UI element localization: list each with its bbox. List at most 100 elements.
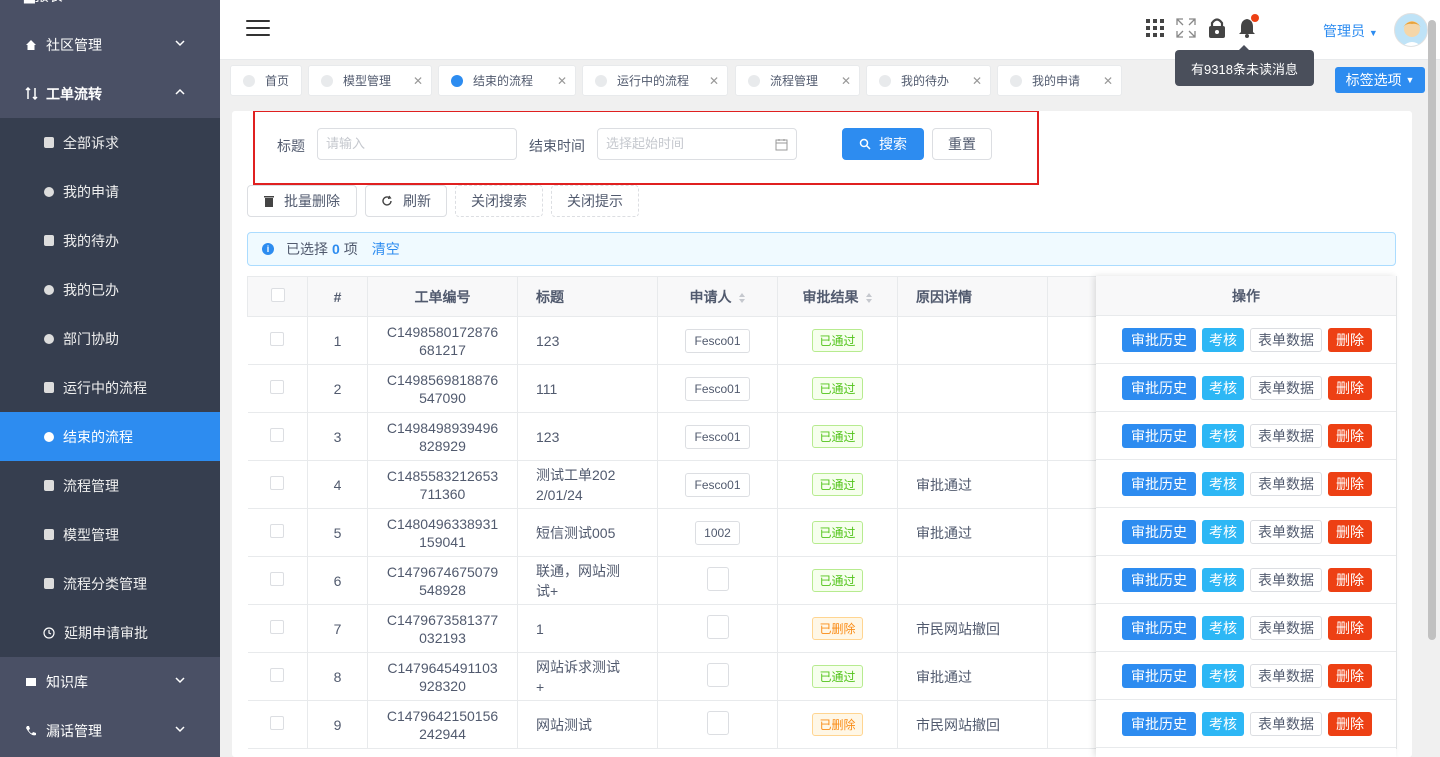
approval-history-button[interactable]: 审批历史 [1122, 567, 1196, 592]
tab-my-applications[interactable]: 我的申请 ✕ [997, 65, 1122, 96]
approval-history-button[interactable]: 审批历史 [1122, 375, 1196, 400]
delete-button[interactable]: 删除 [1328, 471, 1372, 496]
tab-finished-process[interactable]: 结束的流程 ✕ [438, 65, 576, 96]
col-applicant[interactable]: 申请人 [657, 276, 778, 317]
sidebar-item-my-applications[interactable]: 我的申请 [0, 167, 220, 216]
delete-button[interactable]: 删除 [1328, 663, 1372, 688]
form-data-button[interactable]: 表单数据 [1250, 615, 1322, 640]
row-checkbox[interactable] [270, 332, 285, 346]
sidebar-item-process-category[interactable]: 流程分类管理 [0, 559, 220, 608]
sidebar-item-process-manage[interactable]: 流程管理 [0, 461, 220, 510]
assess-button[interactable]: 考核 [1202, 615, 1244, 640]
lock-icon[interactable] [1208, 18, 1226, 38]
select-all-checkbox[interactable] [270, 288, 285, 302]
sidebar-item-delay-approval[interactable]: 延期申请审批 [0, 608, 220, 657]
clear-selection-link[interactable]: 清空 [372, 239, 400, 259]
approval-history-button[interactable]: 审批历史 [1122, 327, 1196, 352]
sidebar-item-my-todo[interactable]: 我的待办 [0, 216, 220, 265]
close-icon[interactable]: ✕ [709, 74, 719, 88]
approval-history-button[interactable]: 审批历史 [1122, 615, 1196, 640]
tab-running-process[interactable]: 运行中的流程 ✕ [582, 65, 728, 96]
form-data-button[interactable]: 表单数据 [1250, 711, 1322, 736]
reset-button[interactable]: 重置 [932, 128, 992, 160]
sidebar-item-my-done[interactable]: 我的已办 [0, 265, 220, 314]
form-data-button[interactable]: 表单数据 [1250, 519, 1322, 544]
user-menu[interactable]: 管理员 ▼ [1323, 21, 1378, 41]
row-checkbox[interactable] [270, 524, 285, 538]
title-input[interactable]: 请输入 [317, 128, 517, 160]
row-checkbox[interactable] [270, 668, 285, 682]
close-search-button[interactable]: 关闭搜索 [455, 185, 543, 217]
approval-history-button[interactable]: 审批历史 [1122, 711, 1196, 736]
tab-my-todo[interactable]: 我的待办 ✕ [866, 65, 991, 96]
delete-button[interactable]: 删除 [1328, 519, 1372, 544]
approval-history-button[interactable]: 审批历史 [1122, 663, 1196, 688]
row-checkbox[interactable] [270, 620, 285, 634]
assess-button[interactable]: 考核 [1202, 327, 1244, 352]
sidebar-item-model-manage[interactable]: 模型管理 [0, 510, 220, 559]
assess-button[interactable]: 考核 [1202, 375, 1244, 400]
close-icon[interactable]: ✕ [841, 74, 851, 88]
close-icon[interactable]: ✕ [972, 74, 982, 88]
search-button[interactable]: 搜索 [842, 128, 924, 160]
delete-button[interactable]: 删除 [1328, 375, 1372, 400]
sidebar-item-report[interactable]: ▆ 报表 [0, 0, 220, 20]
row-checkbox[interactable] [270, 716, 285, 730]
code-part: 242944 [419, 725, 466, 742]
form-data-button[interactable]: 表单数据 [1250, 471, 1322, 496]
close-icon[interactable]: ✕ [557, 74, 567, 88]
sidebar-item-community[interactable]: 社区管理 [0, 20, 220, 69]
row-checkbox[interactable] [270, 572, 285, 586]
approval-history-button[interactable]: 审批历史 [1122, 519, 1196, 544]
row-reason: 审批通过 [897, 460, 1048, 509]
end-time-picker[interactable]: 选择起始时间 [597, 128, 797, 160]
sidebar-item-knowledge[interactable]: 知识库 [0, 657, 220, 706]
tab-process-manage[interactable]: 流程管理 ✕ [735, 65, 860, 96]
sidebar-item-dept-assist[interactable]: 部门协助 [0, 314, 220, 363]
close-icon[interactable]: ✕ [1103, 74, 1113, 88]
sort-icon[interactable] [865, 292, 873, 304]
assess-button[interactable]: 考核 [1202, 567, 1244, 592]
close-icon[interactable]: ✕ [413, 74, 423, 88]
row-status: 已删除 [777, 604, 898, 653]
sidebar-item-workflow[interactable]: 工单流转 [0, 69, 220, 118]
tab-home[interactable]: 首页 [230, 65, 302, 96]
batch-delete-button[interactable]: 批量删除 [247, 185, 357, 217]
row-checkbox[interactable] [270, 476, 285, 490]
sidebar-item-missed-calls[interactable]: 漏话管理 [0, 706, 220, 755]
sidebar-item-finished-process[interactable]: 结束的流程 [0, 412, 220, 461]
col-approval-result[interactable]: 审批结果 [777, 276, 898, 317]
tag-options-button[interactable]: 标签选项 ▼ [1335, 67, 1425, 93]
avatar[interactable] [1394, 13, 1428, 47]
close-tip-button[interactable]: 关闭提示 [551, 185, 639, 217]
delete-button[interactable]: 删除 [1328, 423, 1372, 448]
menu-toggle-icon[interactable] [246, 20, 270, 38]
assess-button[interactable]: 考核 [1202, 423, 1244, 448]
delete-button[interactable]: 删除 [1328, 567, 1372, 592]
tab-model-manage[interactable]: 模型管理 ✕ [308, 65, 432, 96]
delete-button[interactable]: 删除 [1328, 711, 1372, 736]
page-scrollbar[interactable] [1428, 20, 1436, 640]
row-checkbox[interactable] [270, 380, 285, 394]
sidebar-item-all-requests[interactable]: 全部诉求 [0, 118, 220, 167]
approval-history-button[interactable]: 审批历史 [1122, 423, 1196, 448]
form-data-button[interactable]: 表单数据 [1250, 327, 1322, 352]
assess-button[interactable]: 考核 [1202, 519, 1244, 544]
assess-button[interactable]: 考核 [1202, 471, 1244, 496]
fullscreen-icon[interactable] [1176, 18, 1196, 38]
sidebar-item-running-process[interactable]: 运行中的流程 [0, 363, 220, 412]
sort-icon[interactable] [738, 292, 746, 304]
form-data-button[interactable]: 表单数据 [1250, 423, 1322, 448]
apps-grid-icon[interactable] [1146, 19, 1164, 37]
form-data-button[interactable]: 表单数据 [1250, 375, 1322, 400]
assess-button[interactable]: 考核 [1202, 663, 1244, 688]
assess-button[interactable]: 考核 [1202, 711, 1244, 736]
form-data-button[interactable]: 表单数据 [1250, 567, 1322, 592]
refresh-button[interactable]: 刷新 [365, 185, 447, 217]
row-title: 短信测试005 [517, 508, 658, 557]
delete-button[interactable]: 删除 [1328, 327, 1372, 352]
form-data-button[interactable]: 表单数据 [1250, 663, 1322, 688]
row-checkbox[interactable] [270, 428, 285, 442]
approval-history-button[interactable]: 审批历史 [1122, 471, 1196, 496]
delete-button[interactable]: 删除 [1328, 615, 1372, 640]
